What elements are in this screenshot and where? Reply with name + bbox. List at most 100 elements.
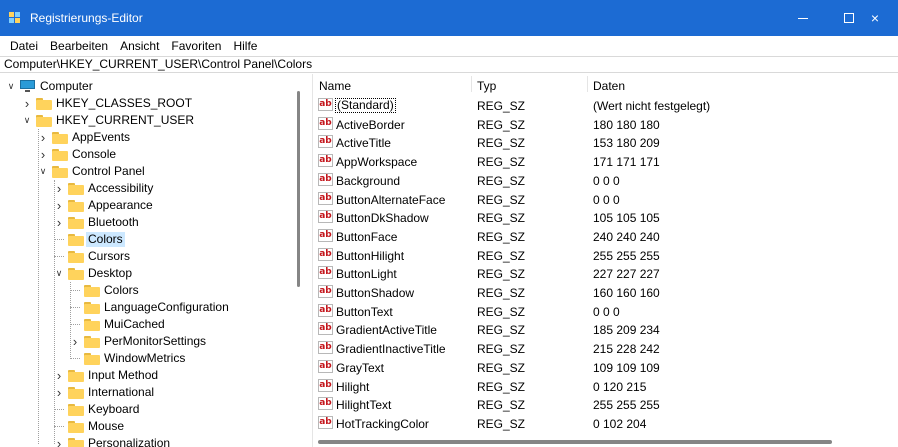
string-value-icon: ab: [318, 359, 333, 373]
list-row[interactable]: ab HotTrackingColor REG_SZ 0 102 204: [313, 414, 898, 432]
value-data: 153 180 209: [593, 136, 660, 151]
list-header: Name Typ Daten: [313, 74, 898, 94]
value-name: ButtonHilight: [336, 248, 405, 263]
value-data: 215 228 242: [593, 342, 660, 357]
tree-item[interactable]: › Console: [0, 146, 300, 163]
folder-icon: [84, 302, 100, 314]
chevron-down-icon[interactable]: ∨: [22, 112, 32, 129]
chevron-right-icon[interactable]: ›: [54, 367, 64, 384]
chevron-right-icon[interactable]: ›: [54, 197, 64, 214]
chevron-right-icon[interactable]: ›: [22, 95, 32, 112]
column-divider[interactable]: [587, 76, 588, 92]
tree-item[interactable]: Colors: [0, 231, 300, 248]
tree-item[interactable]: WindowMetrics: [0, 350, 300, 367]
chevron-right-icon[interactable]: ›: [70, 333, 80, 350]
tree-item[interactable]: Colors: [0, 282, 300, 299]
list-row[interactable]: ab ActiveTitle REG_SZ 153 180 209: [313, 133, 898, 151]
list-row[interactable]: ab (Standard) REG_SZ (Wert nicht festgelegt…: [313, 96, 898, 114]
list-row[interactable]: ab ButtonAlternateFace REG_SZ 0 0 0: [313, 190, 898, 208]
list-row[interactable]: ab ButtonFace REG_SZ 240 240 240: [313, 227, 898, 245]
string-value-icon: ab: [318, 228, 333, 242]
list-row[interactable]: ab Hilight REG_SZ 0 120 215: [313, 377, 898, 395]
value-name: ButtonLight: [336, 267, 397, 282]
list-row[interactable]: ab ActiveBorder REG_SZ 180 180 180: [313, 115, 898, 133]
tree-item[interactable]: › PerMonitorSettings: [0, 333, 300, 350]
tree-item[interactable]: ∨ HKEY_CURRENT_USER: [0, 112, 300, 129]
column-header-data[interactable]: Daten: [593, 79, 625, 93]
string-value-icon: ab: [318, 210, 333, 224]
menu-datei[interactable]: Datei: [4, 39, 44, 53]
list-row[interactable]: ab AppWorkspace REG_SZ 171 171 171: [313, 152, 898, 170]
tree-item[interactable]: Cursors: [0, 248, 300, 265]
tree-guide-line: [70, 282, 71, 359]
chevron-right-icon[interactable]: ›: [38, 129, 48, 146]
value-type: REG_SZ: [477, 304, 526, 319]
value-data: 171 171 171: [593, 155, 660, 170]
tree-scrollbar[interactable]: [297, 91, 300, 287]
tree-item[interactable]: › HKEY_CLASSES_ROOT: [0, 95, 300, 112]
address-bar[interactable]: Computer\HKEY_CURRENT_USER\Control Panel…: [0, 56, 898, 73]
list-row[interactable]: ab GrayText REG_SZ 109 109 109: [313, 358, 898, 376]
string-value-icon: ab: [318, 303, 333, 317]
chevron-down-icon[interactable]: ∨: [6, 78, 16, 95]
window-title: Registrierungs-Editor: [30, 11, 143, 25]
chevron-right-icon[interactable]: ›: [54, 214, 64, 231]
tree-item[interactable]: › International: [0, 384, 300, 401]
tree-item[interactable]: ∨ Control Panel: [0, 163, 300, 180]
key-tree[interactable]: ∨ Computer › HKEY_CLASSES_ROOT ∨ HKEY_CURRENT…: [0, 74, 304, 447]
column-divider[interactable]: [471, 76, 472, 92]
list-row[interactable]: ab GradientActiveTitle REG_SZ 185 209 234: [313, 320, 898, 338]
list-row[interactable]: ab ButtonText REG_SZ 0 0 0: [313, 302, 898, 320]
tree-item[interactable]: › Appearance: [0, 197, 300, 214]
tree-item[interactable]: Mouse: [0, 418, 300, 435]
list-row[interactable]: ab ButtonHilight REG_SZ 255 255 255: [313, 246, 898, 264]
string-value-icon: ab: [318, 172, 333, 186]
tree-item[interactable]: ∨ Desktop: [0, 265, 300, 282]
list-row[interactable]: ab ButtonShadow REG_SZ 160 160 160: [313, 283, 898, 301]
value-name: ActiveBorder: [336, 117, 405, 132]
close-button[interactable]: ×: [852, 0, 898, 36]
chevron-down-icon[interactable]: ∨: [38, 163, 48, 180]
value-name: ButtonAlternateFace: [336, 192, 446, 207]
tree-item[interactable]: › Accessibility: [0, 180, 300, 197]
list-horizontal-scrollbar[interactable]: [318, 440, 832, 444]
value-data: 255 255 255: [593, 398, 660, 413]
chevron-right-icon[interactable]: ›: [38, 146, 48, 163]
tree-item-label: HKEY_CLASSES_ROOT: [56, 96, 193, 110]
value-data: 185 209 234: [593, 323, 660, 338]
folder-icon: [36, 98, 52, 110]
tree-item[interactable]: Keyboard: [0, 401, 300, 418]
list-row[interactable]: ab GradientInactiveTitle REG_SZ 215 228 242: [313, 339, 898, 357]
list-row[interactable]: ab ButtonDkShadow REG_SZ 105 105 105: [313, 208, 898, 226]
value-name: HilightText: [336, 398, 392, 413]
chevron-right-icon[interactable]: ›: [54, 435, 64, 447]
tree-item[interactable]: › Input Method: [0, 367, 300, 384]
title-bar[interactable]: Registrierungs-Editor ×: [0, 0, 898, 36]
tree-item[interactable]: › AppEvents: [0, 129, 300, 146]
tree-item-label: Colors: [86, 232, 125, 247]
value-data: 105 105 105: [593, 211, 660, 226]
tree-item[interactable]: LanguageConfiguration: [0, 299, 300, 316]
value-type: REG_SZ: [477, 360, 526, 375]
list-row[interactable]: ab Background REG_SZ 0 0 0: [313, 171, 898, 189]
value-type: REG_SZ: [477, 136, 526, 151]
value-list[interactable]: Name Typ Daten ab (Standard) REG_SZ (Wert n…: [312, 74, 898, 447]
tree-connector: [54, 409, 64, 410]
menu-favoriten[interactable]: Favoriten: [165, 39, 227, 53]
menu-bearbeiten[interactable]: Bearbeiten: [44, 39, 114, 53]
list-row[interactable]: ab HilightText REG_SZ 255 255 255: [313, 395, 898, 413]
chevron-right-icon[interactable]: ›: [54, 180, 64, 197]
menu-ansicht[interactable]: Ansicht: [114, 39, 165, 53]
tree-item[interactable]: MuiCached: [0, 316, 300, 333]
tree-item[interactable]: › Bluetooth: [0, 214, 300, 231]
column-header-type[interactable]: Typ: [477, 79, 496, 93]
list-row[interactable]: ab ButtonLight REG_SZ 227 227 227: [313, 264, 898, 282]
chevron-down-icon[interactable]: ∨: [54, 265, 64, 282]
minimize-button[interactable]: [780, 0, 826, 36]
menu-hilfe[interactable]: Hilfe: [227, 39, 263, 53]
tree-item[interactable]: ∨ Computer: [0, 78, 300, 95]
chevron-right-icon[interactable]: ›: [54, 384, 64, 401]
folder-icon: [52, 149, 68, 161]
tree-item[interactable]: › Personalization: [0, 435, 300, 447]
column-header-name[interactable]: Name: [319, 79, 351, 93]
